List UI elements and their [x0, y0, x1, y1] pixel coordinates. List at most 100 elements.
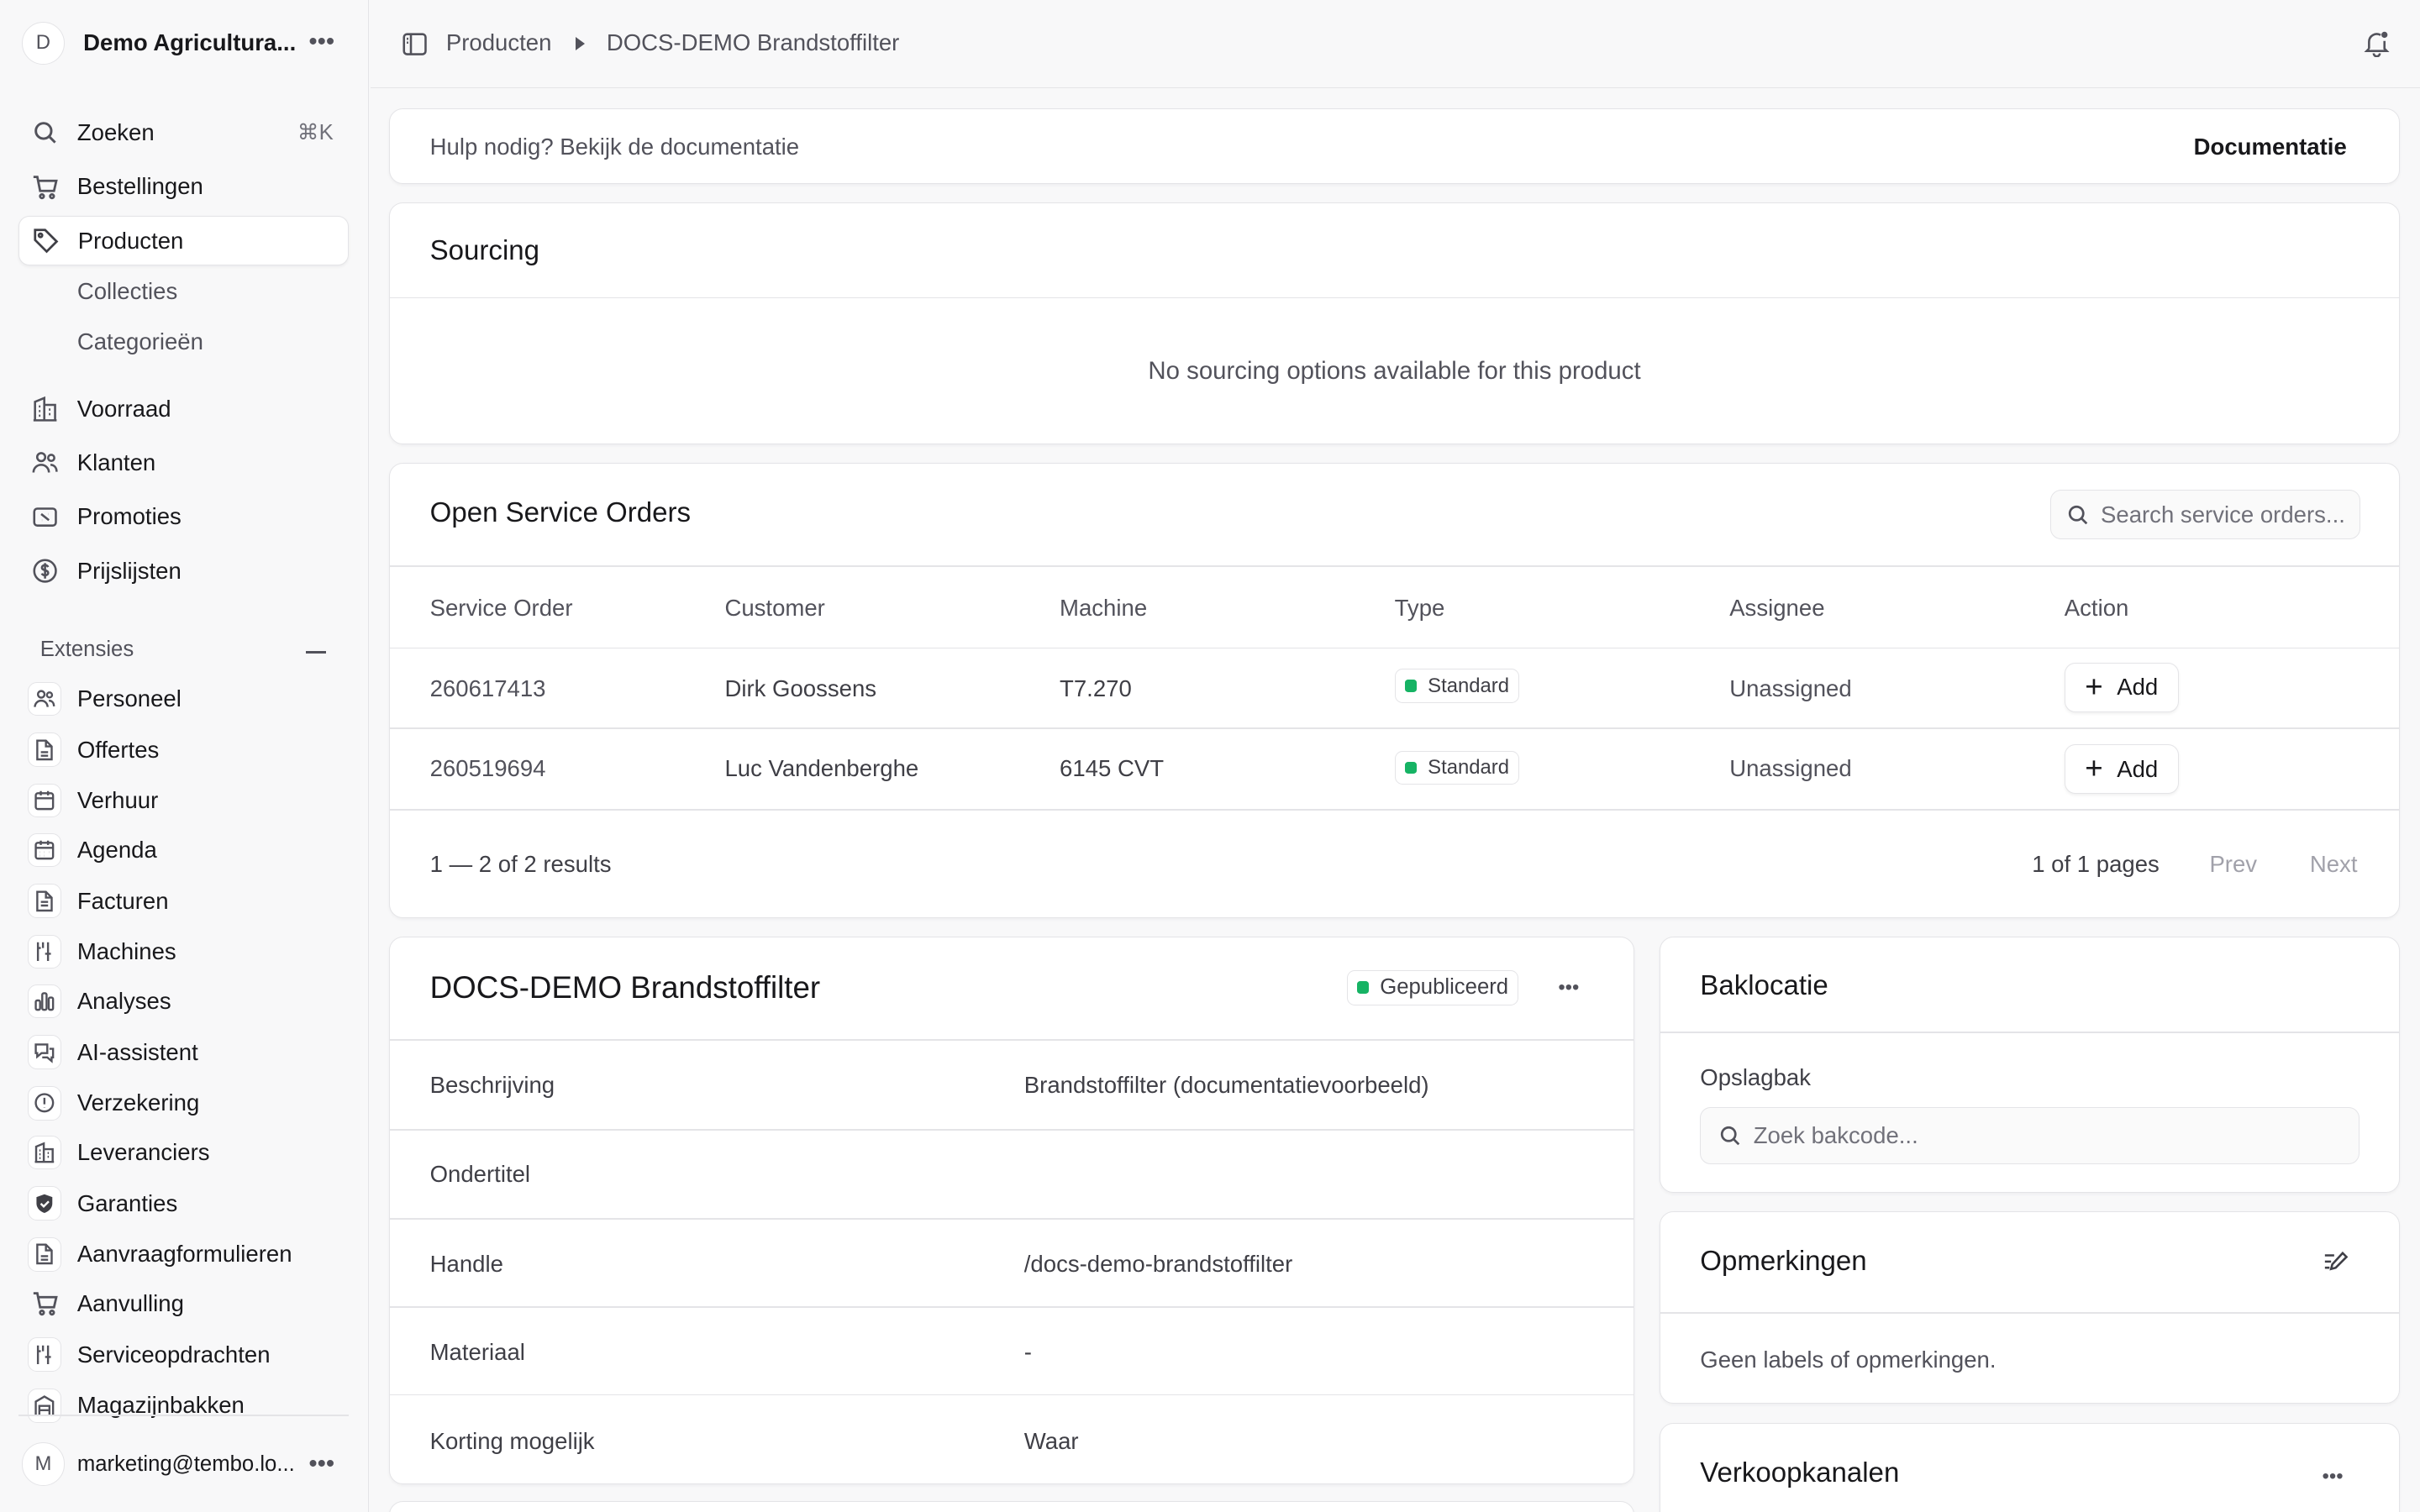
sidebar-ext-leveranciers[interactable]: Leveranciers — [28, 1131, 349, 1173]
sidebar-ext-label: Agenda — [76, 837, 157, 864]
field-value: /docs-demo-brandstoffilter — [1023, 1250, 1293, 1277]
sidebar-ext-ai-assistent[interactable]: AI-assistent — [28, 1031, 349, 1074]
sidebar-ext-verzekering[interactable]: Verzekering — [28, 1082, 349, 1125]
status-dot — [1404, 761, 1418, 774]
sidebar-item-products[interactable]: Producten — [18, 216, 350, 265]
table-cell-assignee: Unassigned — [1729, 675, 1852, 701]
sidebar-ext-aanvraagformulieren[interactable]: Aanvraagformulieren — [28, 1233, 349, 1276]
table-cell-machine: 6145 CVT — [1060, 755, 1165, 782]
product-title: DOCS-DEMO Brandstoffilter — [429, 969, 821, 1005]
divider — [389, 1305, 1634, 1308]
sidebar-subitem-collections[interactable]: Collecties — [77, 278, 177, 305]
product-menu-icon[interactable]: ••• — [1558, 977, 1579, 998]
users-icon — [28, 681, 62, 717]
column-header: Customer — [724, 595, 825, 622]
divider — [1660, 1031, 2400, 1033]
sidebar-ext-machines[interactable]: Machines — [28, 931, 349, 974]
collapse-extensions-icon[interactable] — [305, 651, 326, 654]
sidebar-item-orders[interactable]: Bestellingen — [18, 162, 349, 212]
sidebar-ext-agenda[interactable]: Agenda — [28, 828, 349, 871]
documentation-link[interactable]: Documentatie — [2194, 134, 2347, 160]
add-button[interactable]: + Add — [2064, 744, 2179, 795]
sourcing-empty-text: No sourcing options available for this p… — [1148, 357, 1641, 386]
search-icon — [31, 118, 59, 146]
sidebar-ext-aanvulling[interactable]: Aanvulling — [28, 1282, 349, 1325]
table-cell-order[interactable]: 260617413 — [430, 675, 546, 702]
bar-chart-icon — [28, 984, 62, 1019]
column-header: Assignee — [1729, 595, 1825, 622]
plus-icon: + — [2085, 669, 2103, 704]
plus-icon: + — [2085, 751, 2103, 786]
bin-location-card: Baklocatie Opslagbak Zoek bakcode... — [1659, 936, 2401, 1193]
sidebar-ext-garanties[interactable]: Garanties — [28, 1182, 349, 1225]
sidebar-ext-facturen[interactable]: Facturen — [28, 879, 349, 922]
sidebar-toggle-icon[interactable] — [402, 31, 428, 63]
tools-icon — [28, 1337, 62, 1372]
field-value: Waar — [1023, 1428, 1079, 1455]
edit-icon[interactable] — [2323, 1251, 2349, 1281]
bin-search-input[interactable]: Zoek bakcode... — [1700, 1106, 2360, 1164]
sidebar-ext-serviceopdrachten[interactable]: Serviceopdrachten — [28, 1333, 349, 1376]
ticket-icon — [31, 503, 59, 531]
product-details-card: DOCS-DEMO Brandstoffilter Gepubliceerd •… — [388, 936, 1635, 1484]
sidebar-item-customers[interactable]: Klanten — [18, 438, 349, 488]
breadcrumb-current: DOCS-DEMO Brandstoffilter — [606, 29, 900, 55]
user-menu-icon[interactable]: ••• — [308, 1452, 334, 1476]
notes-card: Opmerkingen Geen labels of opmerkingen. — [1659, 1210, 2401, 1404]
add-label: Add — [2117, 674, 2159, 701]
page-indicator: 1 of 1 pages — [2032, 851, 2160, 878]
help-banner: Hulp nodig? Bekijk de documentatie Docum… — [388, 108, 2401, 184]
field-label: Materiaal — [429, 1338, 525, 1365]
store-menu-icon[interactable]: ••• — [308, 29, 334, 54]
sidebar-item-promotions[interactable]: Promoties — [18, 492, 349, 542]
user-avatar: M — [21, 1442, 66, 1486]
sidebar-ext-analyses[interactable]: Analyses — [28, 979, 349, 1022]
sourcing-card: Sourcing No sourcing options available f… — [388, 202, 2401, 444]
search-placeholder: Search service orders... — [2101, 501, 2345, 528]
users-icon — [31, 449, 59, 477]
sidebar-item-search[interactable]: Zoeken ⌘K — [18, 108, 349, 158]
sidebar-item-label: Promoties — [76, 503, 182, 530]
sales-channels-card: Verkoopkanalen ••• — [1659, 1422, 2401, 1512]
search-label: Zoeken — [76, 118, 155, 145]
sourcing-title: Sourcing — [429, 235, 540, 267]
help-text: Hulp nodig? Bekijk de documentatie — [429, 133, 800, 160]
sidebar-ext-label: Machines — [76, 938, 176, 965]
user-menu[interactable]: M marketing@tembo.lo... — [21, 1441, 349, 1488]
sidebar-ext-label: Facturen — [76, 887, 169, 914]
divider — [389, 1128, 1634, 1131]
table-cell-machine: T7.270 — [1060, 675, 1132, 701]
breadcrumb-parent[interactable]: Producten — [446, 29, 552, 56]
tag-icon — [32, 227, 60, 255]
table-cell-customer: Dirk Goossens — [724, 675, 877, 701]
sidebar-item-pricelists[interactable]: Prijslijsten — [18, 546, 349, 596]
status-dot — [1356, 981, 1370, 994]
sidebar-ext-personeel[interactable]: Personeel — [28, 677, 349, 720]
service-orders-search[interactable]: Search service orders... — [2050, 490, 2361, 540]
sidebar-ext-label: Garanties — [76, 1189, 178, 1216]
divider — [1660, 1312, 2400, 1315]
prev-button[interactable]: Prev — [2209, 851, 2257, 878]
table-cell-order[interactable]: 260519694 — [430, 755, 546, 782]
sidebar-ext-magazijnbakken[interactable]: Magazijnbakken — [28, 1384, 349, 1427]
channels-menu-icon[interactable]: ••• — [2323, 1467, 2344, 1487]
notifications-icon[interactable] — [2363, 29, 2391, 63]
sidebar-subitem-categories[interactable]: Categorieën — [77, 328, 203, 355]
sidebar-item-inventory[interactable]: Voorraad — [18, 384, 349, 433]
column-header: Action — [2064, 595, 2129, 622]
column-header: Type — [1394, 595, 1445, 622]
cart-icon — [31, 173, 59, 201]
user-email: marketing@tembo.lo... — [76, 1452, 295, 1476]
type-badge: Standard — [1394, 750, 1520, 785]
column-header: Machine — [1060, 595, 1148, 622]
sidebar-ext-offertes[interactable]: Offertes — [28, 728, 349, 771]
service-orders-card: Open Service Orders Search service order… — [388, 463, 2401, 918]
store-switcher[interactable]: D Demo Agricultura... — [21, 20, 349, 66]
next-button[interactable]: Next — [2310, 851, 2358, 878]
field-label: Beschrijving — [429, 1071, 555, 1098]
tools-icon — [28, 935, 62, 969]
field-value: Brandstoffilter (documentatievoorbeeld) — [1023, 1071, 1429, 1098]
sidebar-ext-label: Verzekering — [76, 1089, 200, 1116]
add-button[interactable]: + Add — [2064, 662, 2179, 712]
sidebar-ext-verhuur[interactable]: Verhuur — [28, 780, 349, 822]
